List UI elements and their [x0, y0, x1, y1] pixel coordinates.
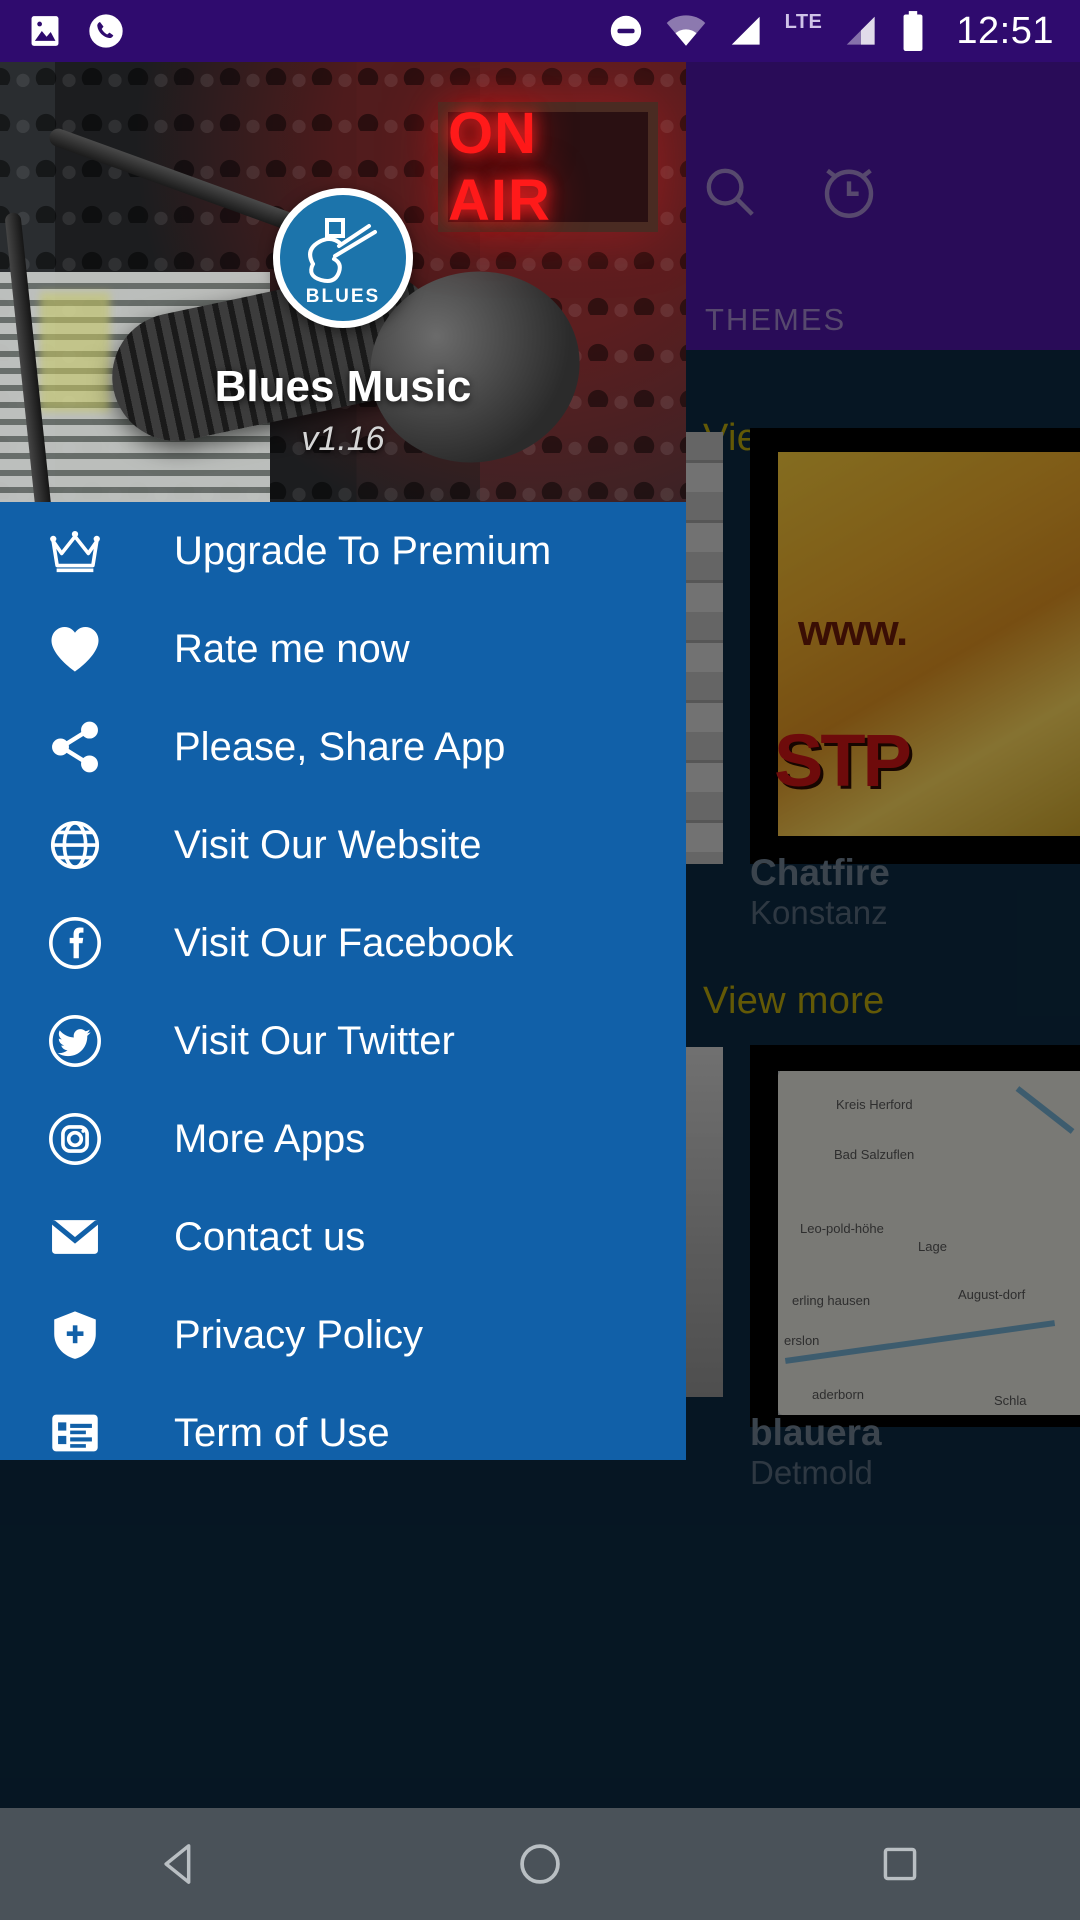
system-navigation-bar	[0, 1808, 1080, 1920]
globe-icon	[44, 814, 106, 876]
heart-icon	[44, 618, 106, 680]
app-logo: BLUES	[273, 188, 413, 328]
drawer-item-visit-our-facebook[interactable]: Visit Our Facebook	[0, 894, 686, 992]
app-version: v1.16	[301, 420, 385, 458]
drawer-item-label: Privacy Policy	[174, 1312, 423, 1357]
battery-icon	[900, 10, 926, 52]
logo-text: BLUES	[306, 286, 380, 307]
drawer-item-label: Visit Our Website	[174, 822, 482, 867]
status-bar: LTE 12:51	[0, 0, 1080, 62]
drawer-item-label: Visit Our Facebook	[174, 920, 514, 965]
shield-icon	[44, 1304, 106, 1366]
drawer-item-privacy-policy[interactable]: Privacy Policy	[0, 1286, 686, 1384]
drawer-item-contact-us[interactable]: Contact us	[0, 1188, 686, 1286]
app-screen: THEMES View more View more www. STP Chat…	[0, 0, 1080, 1920]
twitter-icon	[44, 1010, 106, 1072]
drawer-item-label: Please, Share App	[174, 724, 506, 769]
drawer-item-label: More Apps	[174, 1116, 366, 1161]
app-title: Blues Music	[214, 362, 472, 411]
status-bar-system-icons: LTE 12:51	[607, 10, 1054, 53]
drawer-item-visit-our-website[interactable]: Visit Our Website	[0, 796, 686, 894]
signal-icon	[727, 12, 765, 50]
back-icon[interactable]	[90, 1808, 270, 1920]
crown-icon	[44, 520, 106, 582]
recents-icon[interactable]	[810, 1808, 990, 1920]
on-air-label: ON AIR	[448, 101, 551, 233]
drawer-item-visit-our-twitter[interactable]: Visit Our Twitter	[0, 992, 686, 1090]
drawer-menu: Upgrade To Premium Rate me now Please, S…	[0, 502, 686, 1460]
navigation-drawer: ON AIR BLUES Blues Music v1.16 Upgrade T…	[0, 62, 686, 1460]
status-bar-clock: 12:51	[956, 9, 1054, 52]
facebook-icon	[44, 912, 106, 974]
lte-icon: LTE	[784, 10, 823, 33]
drawer-header: ON AIR BLUES Blues Music v1.16	[0, 62, 686, 502]
blues-guitar-logo-icon: BLUES	[306, 218, 380, 307]
drawer-item-label: Contact us	[174, 1214, 366, 1259]
drawer-item-label: Rate me now	[174, 626, 410, 671]
drawer-item-term-of-use[interactable]: Term of Use	[0, 1384, 686, 1460]
drawer-item-label: Visit Our Twitter	[174, 1018, 455, 1063]
do-not-disturb-icon	[607, 12, 645, 50]
instagram-icon	[44, 1108, 106, 1170]
drawer-item-label: Upgrade To Premium	[174, 528, 552, 573]
share-icon	[44, 716, 106, 778]
signal-2-icon	[842, 12, 880, 50]
drawer-item-share-app[interactable]: Please, Share App	[0, 698, 686, 796]
on-air-sign: ON AIR	[438, 101, 658, 233]
phone-call-icon	[86, 11, 126, 51]
home-icon[interactable]	[450, 1808, 630, 1920]
drawer-item-label: Term of Use	[174, 1410, 390, 1455]
image-icon	[26, 12, 64, 50]
wifi-icon	[665, 12, 707, 50]
drawer-item-upgrade-to-premium[interactable]: Upgrade To Premium	[0, 502, 686, 600]
list-icon	[44, 1402, 106, 1460]
envelope-icon	[44, 1206, 106, 1268]
drawer-item-rate-me-now[interactable]: Rate me now	[0, 600, 686, 698]
status-bar-notifications	[26, 11, 126, 51]
drawer-item-more-apps[interactable]: More Apps	[0, 1090, 686, 1188]
